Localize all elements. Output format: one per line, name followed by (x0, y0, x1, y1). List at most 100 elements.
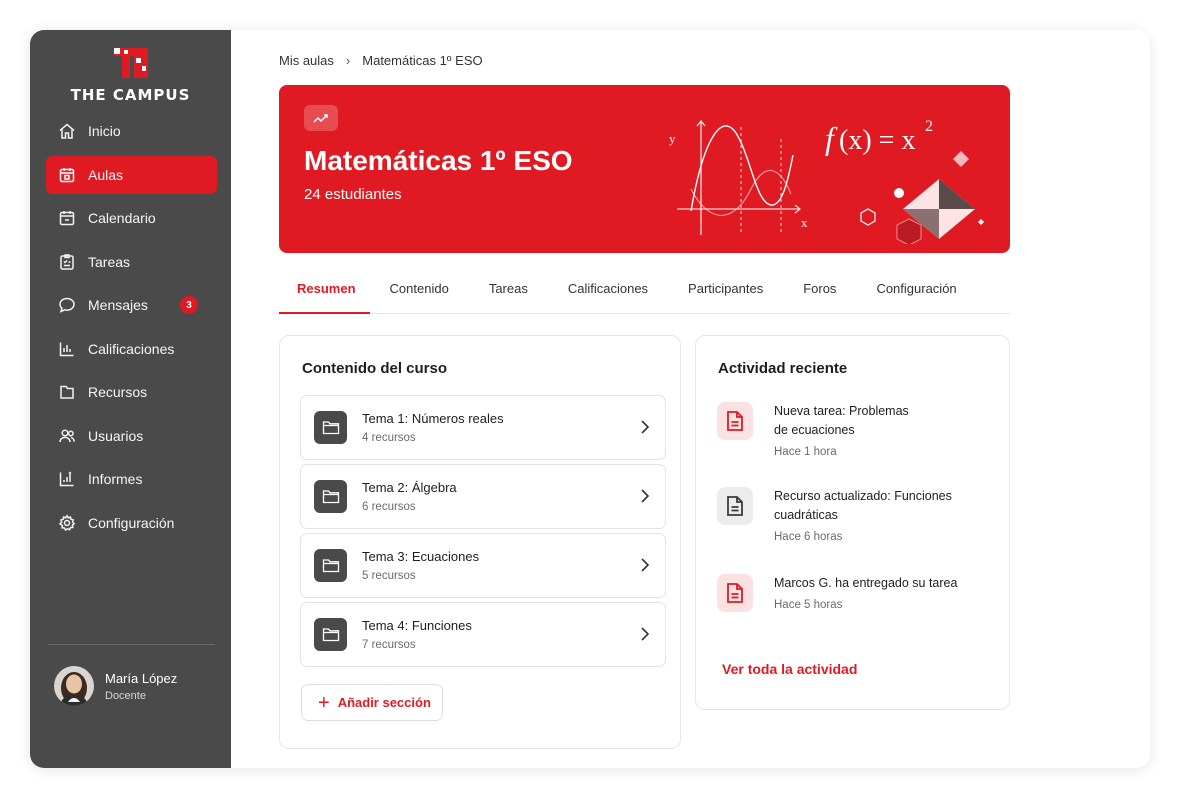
chat-icon (57, 295, 77, 315)
file-icon (57, 382, 77, 402)
logo: THE CAMPUS (30, 46, 231, 104)
folder-icon (314, 549, 347, 582)
activity-title: Recurso actualizado: Funciones (774, 489, 952, 503)
clipboard-icon (57, 252, 77, 272)
topic-name: Tema 1: Números reales (362, 411, 504, 426)
activity-item[interactable]: Nueva tarea: Problemas de ecuaciones Hac… (717, 402, 997, 458)
topic-item[interactable]: Tema 3: Ecuaciones 5 recursos (300, 533, 666, 598)
breadcrumb-current: Matemáticas 1º ESO (362, 53, 483, 68)
user-role: Docente (105, 689, 146, 702)
unread-badge: 3 (180, 296, 198, 314)
sidebar-item-label: Mensajes (88, 297, 148, 313)
sidebar-item-informes[interactable]: Informes (46, 460, 217, 498)
document-icon (717, 402, 753, 440)
topic-name: Tema 3: Ecuaciones (362, 549, 480, 564)
plus-icon: + (318, 691, 330, 714)
users-icon (57, 426, 77, 446)
topic-count: 4 recursos (362, 432, 416, 444)
add-section-button[interactable]: + Añadir sección (301, 684, 443, 721)
activity-title: Marcos G. ha entregado su tarea (774, 576, 958, 590)
bar-chart-icon (57, 339, 77, 359)
home-icon (57, 121, 77, 141)
report-icon (57, 469, 77, 489)
tab-participantes[interactable]: Participantes (668, 278, 783, 314)
math-illustration: y x f (x) = x 2 (669, 118, 984, 244)
sidebar-item-calendario[interactable]: Calendario (46, 199, 217, 237)
sidebar-nav: Inicio Aulas Calendario Tareas Mensajes … (46, 112, 217, 547)
recent-activity-card: Actividad reciente Nueva tarea: Problema… (695, 335, 1010, 710)
topic-name: Tema 4: Funciones (362, 618, 472, 633)
folder-icon (314, 411, 347, 444)
card-title: Contenido del curso (302, 360, 448, 377)
activity-time: Hace 5 horas (774, 599, 843, 611)
tab-contenido[interactable]: Contenido (370, 278, 469, 314)
add-section-label: Añadir sección (337, 695, 431, 710)
trend-icon (304, 105, 338, 131)
activity-time: Hace 6 horas (774, 531, 843, 543)
svg-text:f: f (825, 120, 838, 156)
activity-item[interactable]: Recurso actualizado: Funciones cuadrátic… (717, 487, 997, 543)
activity-item[interactable]: Marcos G. ha entregado su tarea Hace 5 h… (717, 574, 997, 612)
brand-name: THE CAMPUS (70, 86, 191, 104)
calendar-icon (57, 208, 77, 228)
folder-icon (314, 618, 347, 651)
classroom-icon (57, 165, 77, 185)
chevron-right-icon (641, 627, 650, 641)
svg-text:y: y (669, 131, 676, 146)
sidebar-item-calificaciones[interactable]: Calificaciones (46, 330, 217, 368)
tab-calificaciones[interactable]: Calificaciones (548, 278, 668, 314)
sidebar-item-label: Inicio (88, 123, 121, 139)
breadcrumb-root[interactable]: Mis aulas (279, 53, 334, 68)
activity-time: Hace 1 hora (774, 446, 837, 458)
topic-item[interactable]: Tema 1: Números reales 4 recursos (300, 395, 666, 460)
user-profile[interactable]: María López Docente (54, 666, 177, 706)
sidebar-item-label: Configuración (88, 514, 175, 531)
chevron-right-icon (641, 489, 650, 503)
breadcrumb: Mis aulas › Matemáticas 1º ESO (279, 53, 483, 68)
tab-foros[interactable]: Foros (783, 278, 856, 314)
chevron-right-icon: › (345, 53, 351, 68)
tab-configuracion[interactable]: Configuración (856, 278, 976, 314)
sidebar-item-label: Usuarios (88, 427, 144, 444)
course-tabs: Resumen Contenido Tareas Calificaciones … (279, 278, 1010, 314)
sidebar: THE CAMPUS Inicio Aulas Calendario Tarea… (30, 30, 231, 768)
sidebar-item-usuarios[interactable]: Usuarios (46, 417, 217, 455)
activity-title: Nueva tarea: Problemas (774, 404, 909, 418)
user-name: María López (105, 670, 178, 686)
topic-count: 7 recursos (362, 639, 416, 651)
course-banner: Matemáticas 1º ESO 24 estudiantes y x f … (279, 85, 1010, 253)
topic-count: 5 recursos (362, 570, 416, 582)
sidebar-item-recursos[interactable]: Recursos (46, 373, 217, 411)
topic-item[interactable]: Tema 2: Álgebra 6 recursos (300, 464, 666, 529)
course-title: Matemáticas 1º ESO (304, 145, 573, 176)
sidebar-item-label: Informes (88, 471, 143, 487)
document-icon (717, 574, 753, 612)
main-content: Mis aulas › Matemáticas 1º ESO Matemátic… (231, 30, 1150, 768)
sidebar-item-label: Calendario (88, 210, 156, 226)
sidebar-item-label: Aulas (88, 166, 124, 183)
sidebar-item-aulas[interactable]: Aulas (46, 155, 217, 194)
sidebar-item-inicio[interactable]: Inicio (46, 112, 217, 150)
activity-title: cuadráticas (774, 508, 838, 522)
sidebar-item-tareas[interactable]: Tareas (46, 243, 217, 281)
card-title: Actividad reciente (718, 360, 848, 377)
see-all-activity-link[interactable]: Ver toda la actividad (722, 661, 857, 677)
sidebar-item-mensajes[interactable]: Mensajes 3 (46, 286, 217, 324)
tab-tareas[interactable]: Tareas (469, 278, 548, 314)
course-content-card: Contenido del curso Tema 1: Números real… (279, 335, 681, 749)
tab-resumen[interactable]: Resumen (279, 278, 370, 314)
campus-logo-icon (113, 48, 148, 78)
sidebar-item-configuracion[interactable]: Configuración (46, 504, 217, 542)
chevron-right-icon (641, 558, 650, 572)
folder-icon (314, 480, 347, 513)
topic-name: Tema 2: Álgebra (362, 480, 457, 495)
gear-icon (57, 513, 77, 533)
document-icon (717, 487, 753, 525)
svg-text:x: x (801, 215, 808, 230)
chevron-right-icon (641, 420, 650, 434)
app-window: THE CAMPUS Inicio Aulas Calendario Tarea… (30, 30, 1150, 768)
topic-count: 6 recursos (362, 501, 416, 513)
svg-text:2: 2 (925, 118, 933, 135)
sidebar-item-label: Recursos (88, 384, 148, 400)
topic-item[interactable]: Tema 4: Funciones 7 recursos (300, 602, 666, 667)
